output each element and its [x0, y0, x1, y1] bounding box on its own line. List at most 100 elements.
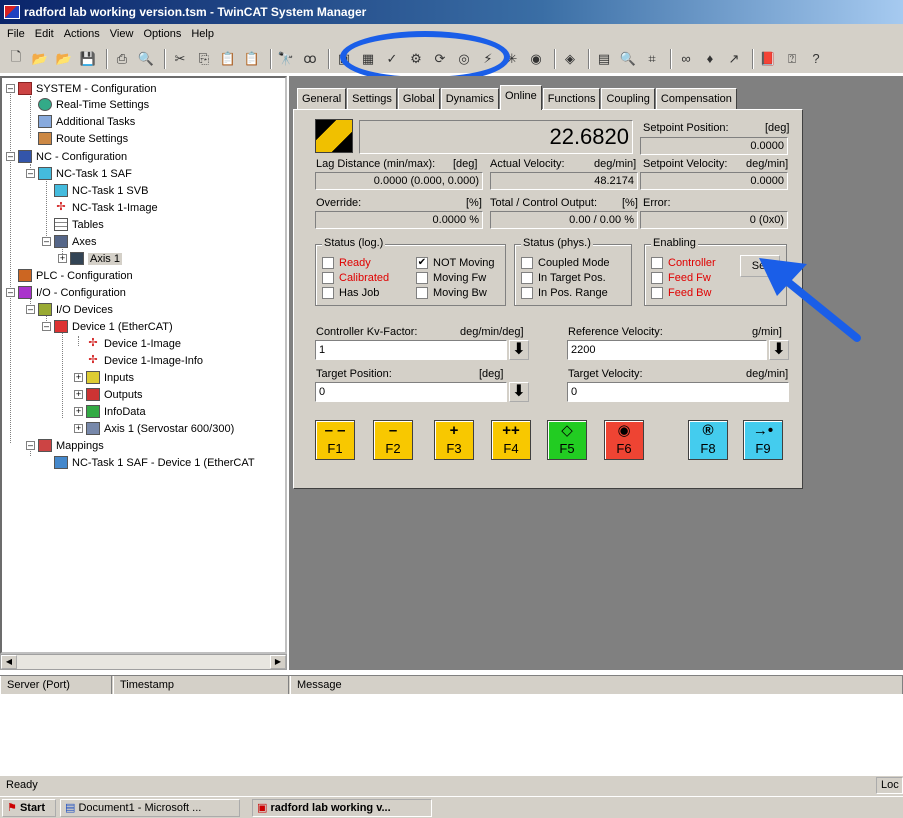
calibrated-checkbox[interactable]: Calibrated: [322, 272, 389, 284]
controller-checkbox[interactable]: Controller: [651, 257, 716, 269]
tree-inputs[interactable]: Inputs: [86, 369, 134, 386]
tree-device1-image[interactable]: ✢ Device 1-Image: [86, 335, 181, 352]
f5-start-button[interactable]: ◇ F5: [547, 420, 587, 460]
expand-toggle[interactable]: +: [74, 390, 83, 399]
moving-fw-checkbox[interactable]: Moving Fw: [416, 272, 486, 284]
f8-reset-button[interactable]: ® F8: [688, 420, 728, 460]
kv-factor-download-icon[interactable]: ⬇: [509, 340, 529, 360]
tab-coupling[interactable]: Coupling: [601, 88, 655, 110]
tree-realtime-settings[interactable]: Real-Time Settings: [38, 96, 149, 113]
expand-toggle[interactable]: –: [26, 169, 35, 178]
toggle-free-run-icon[interactable]: ◉: [526, 49, 546, 69]
tree-plc-config[interactable]: PLC - Configuration: [18, 267, 133, 284]
open-folder-icon-2[interactable]: 📂: [54, 49, 74, 69]
col-timestamp[interactable]: Timestamp: [113, 676, 289, 695]
menu-help[interactable]: Help: [186, 28, 219, 40]
feed-fw-checkbox[interactable]: Feed Fw: [651, 272, 711, 284]
ready-checkbox[interactable]: Ready: [322, 257, 371, 269]
tab-general[interactable]: General: [297, 88, 347, 110]
not-moving-checkbox[interactable]: ✔ NOT Moving: [416, 257, 495, 269]
tree-device1-image-info[interactable]: ✢ Device 1-Image-Info: [86, 352, 203, 369]
in-pos-range-checkbox[interactable]: In Pos. Range: [521, 287, 608, 299]
tab-functions[interactable]: Functions: [542, 88, 601, 110]
cut-icon[interactable]: ✂: [170, 49, 190, 69]
print-preview-icon[interactable]: 🔍: [136, 49, 156, 69]
help-icon[interactable]: ?: [806, 49, 826, 69]
f6-stop-button[interactable]: ◉ F6: [604, 420, 644, 460]
col-server-port[interactable]: Server (Port): [0, 676, 112, 695]
tree-io-config[interactable]: I/O - Configuration: [18, 284, 126, 301]
hasjob-checkbox[interactable]: Has Job: [322, 287, 379, 299]
watch-icon[interactable]: ∞: [676, 49, 696, 69]
help-topics-icon[interactable]: ⍰: [782, 49, 802, 69]
show-subitems-icon[interactable]: ⌗: [642, 49, 662, 69]
f4-jog-fast-forward-button[interactable]: ++ F4: [491, 420, 531, 460]
tree-io-devices[interactable]: I/O Devices: [38, 301, 113, 318]
tab-dynamics[interactable]: Dynamics: [440, 88, 499, 110]
target-position-input[interactable]: 0: [315, 382, 507, 402]
moving-bw-checkbox[interactable]: Moving Bw: [416, 287, 487, 299]
reference-velocity-input[interactable]: 2200: [567, 340, 767, 360]
open-folder-icon[interactable]: 📂: [30, 49, 50, 69]
coupled-mode-checkbox[interactable]: Coupled Mode: [521, 257, 610, 269]
kv-factor-input[interactable]: 1: [315, 340, 507, 360]
f9-reference-button[interactable]: →• F9: [743, 420, 783, 460]
tree-infodata[interactable]: InfoData: [86, 403, 146, 420]
new-file-icon[interactable]: 🗋: [6, 49, 26, 69]
tree-nc-image[interactable]: ✢ NC-Task 1-Image: [54, 199, 157, 216]
expand-toggle[interactable]: –: [6, 84, 15, 93]
zoom-icon[interactable]: 🔍: [618, 49, 638, 69]
docs-icon[interactable]: 📕: [758, 49, 778, 69]
scroll-right-icon[interactable]: ▶: [270, 655, 286, 669]
paste-special-icon[interactable]: 📋: [242, 49, 262, 69]
print-icon[interactable]: ⎙: [112, 49, 132, 69]
choose-target-icon[interactable]: ◈: [560, 49, 580, 69]
target-velocity-input[interactable]: 0: [567, 382, 789, 402]
expand-toggle[interactable]: –: [26, 441, 35, 450]
tree-mapping-item[interactable]: NC-Task 1 SAF - Device 1 (EtherCAT: [54, 454, 255, 471]
expand-toggle[interactable]: –: [6, 288, 15, 297]
message-list[interactable]: [0, 694, 903, 774]
expand-toggle[interactable]: –: [6, 152, 15, 161]
taskbar-item-word[interactable]: ▤ Document1 - Microsoft ...: [60, 799, 240, 817]
expand-toggle[interactable]: –: [42, 322, 51, 331]
save-icon[interactable]: 💾: [78, 49, 98, 69]
copy-icon[interactable]: ⎘: [194, 49, 214, 69]
find-next-icon[interactable]: ꝏ: [300, 49, 320, 69]
add-to-watch-icon[interactable]: ♦: [700, 49, 720, 69]
tree-tables[interactable]: Tables: [54, 216, 104, 233]
tree-additional-tasks[interactable]: Additional Tasks: [38, 113, 135, 130]
tree-nc-task[interactable]: NC-Task 1 SAF: [38, 165, 132, 182]
tree-nc-svb[interactable]: NC-Task 1 SVB: [54, 182, 148, 199]
menu-edit[interactable]: Edit: [30, 28, 59, 40]
menu-view[interactable]: View: [105, 28, 139, 40]
find-icon[interactable]: 🔭: [276, 49, 296, 69]
expand-toggle[interactable]: +: [74, 424, 83, 433]
f3-jog-forward-button[interactable]: + F3: [434, 420, 474, 460]
menu-file[interactable]: File: [2, 28, 30, 40]
paste-icon[interactable]: 📋: [218, 49, 238, 69]
expand-toggle[interactable]: +: [74, 407, 83, 416]
target-position-download-icon[interactable]: ⬇: [509, 382, 529, 402]
tree-mappings[interactable]: Mappings: [38, 437, 104, 454]
expand-toggle[interactable]: –: [42, 237, 51, 246]
config-tree[interactable]: – SYSTEM - Configuration Real-Time Setti…: [0, 76, 287, 654]
tab-settings[interactable]: Settings: [347, 88, 397, 110]
expand-toggle[interactable]: +: [58, 254, 67, 263]
tree-axis1[interactable]: Axis 1: [70, 250, 122, 267]
tree-horizontal-scrollbar[interactable]: ◀ ▶: [0, 654, 287, 670]
tab-global[interactable]: Global: [397, 88, 440, 110]
expand-toggle[interactable]: +: [74, 373, 83, 382]
watch-graph-icon[interactable]: ↗: [724, 49, 744, 69]
show-online-data-icon[interactable]: ▤: [594, 49, 614, 69]
menu-actions[interactable]: Actions: [59, 28, 105, 40]
tree-outputs[interactable]: Outputs: [86, 386, 143, 403]
scroll-left-icon[interactable]: ◀: [1, 655, 17, 669]
tree-axis-servostar[interactable]: Axis 1 (Servostar 600/300): [86, 420, 234, 437]
start-button[interactable]: ⚑ Start: [2, 799, 56, 817]
feed-bw-checkbox[interactable]: Feed Bw: [651, 287, 711, 299]
tree-nc-config[interactable]: NC - Configuration: [18, 148, 127, 165]
in-target-pos-checkbox[interactable]: In Target Pos.: [521, 272, 606, 284]
tab-compensation[interactable]: Compensation: [655, 88, 737, 110]
f2-jog-backward-button[interactable]: – F2: [373, 420, 413, 460]
